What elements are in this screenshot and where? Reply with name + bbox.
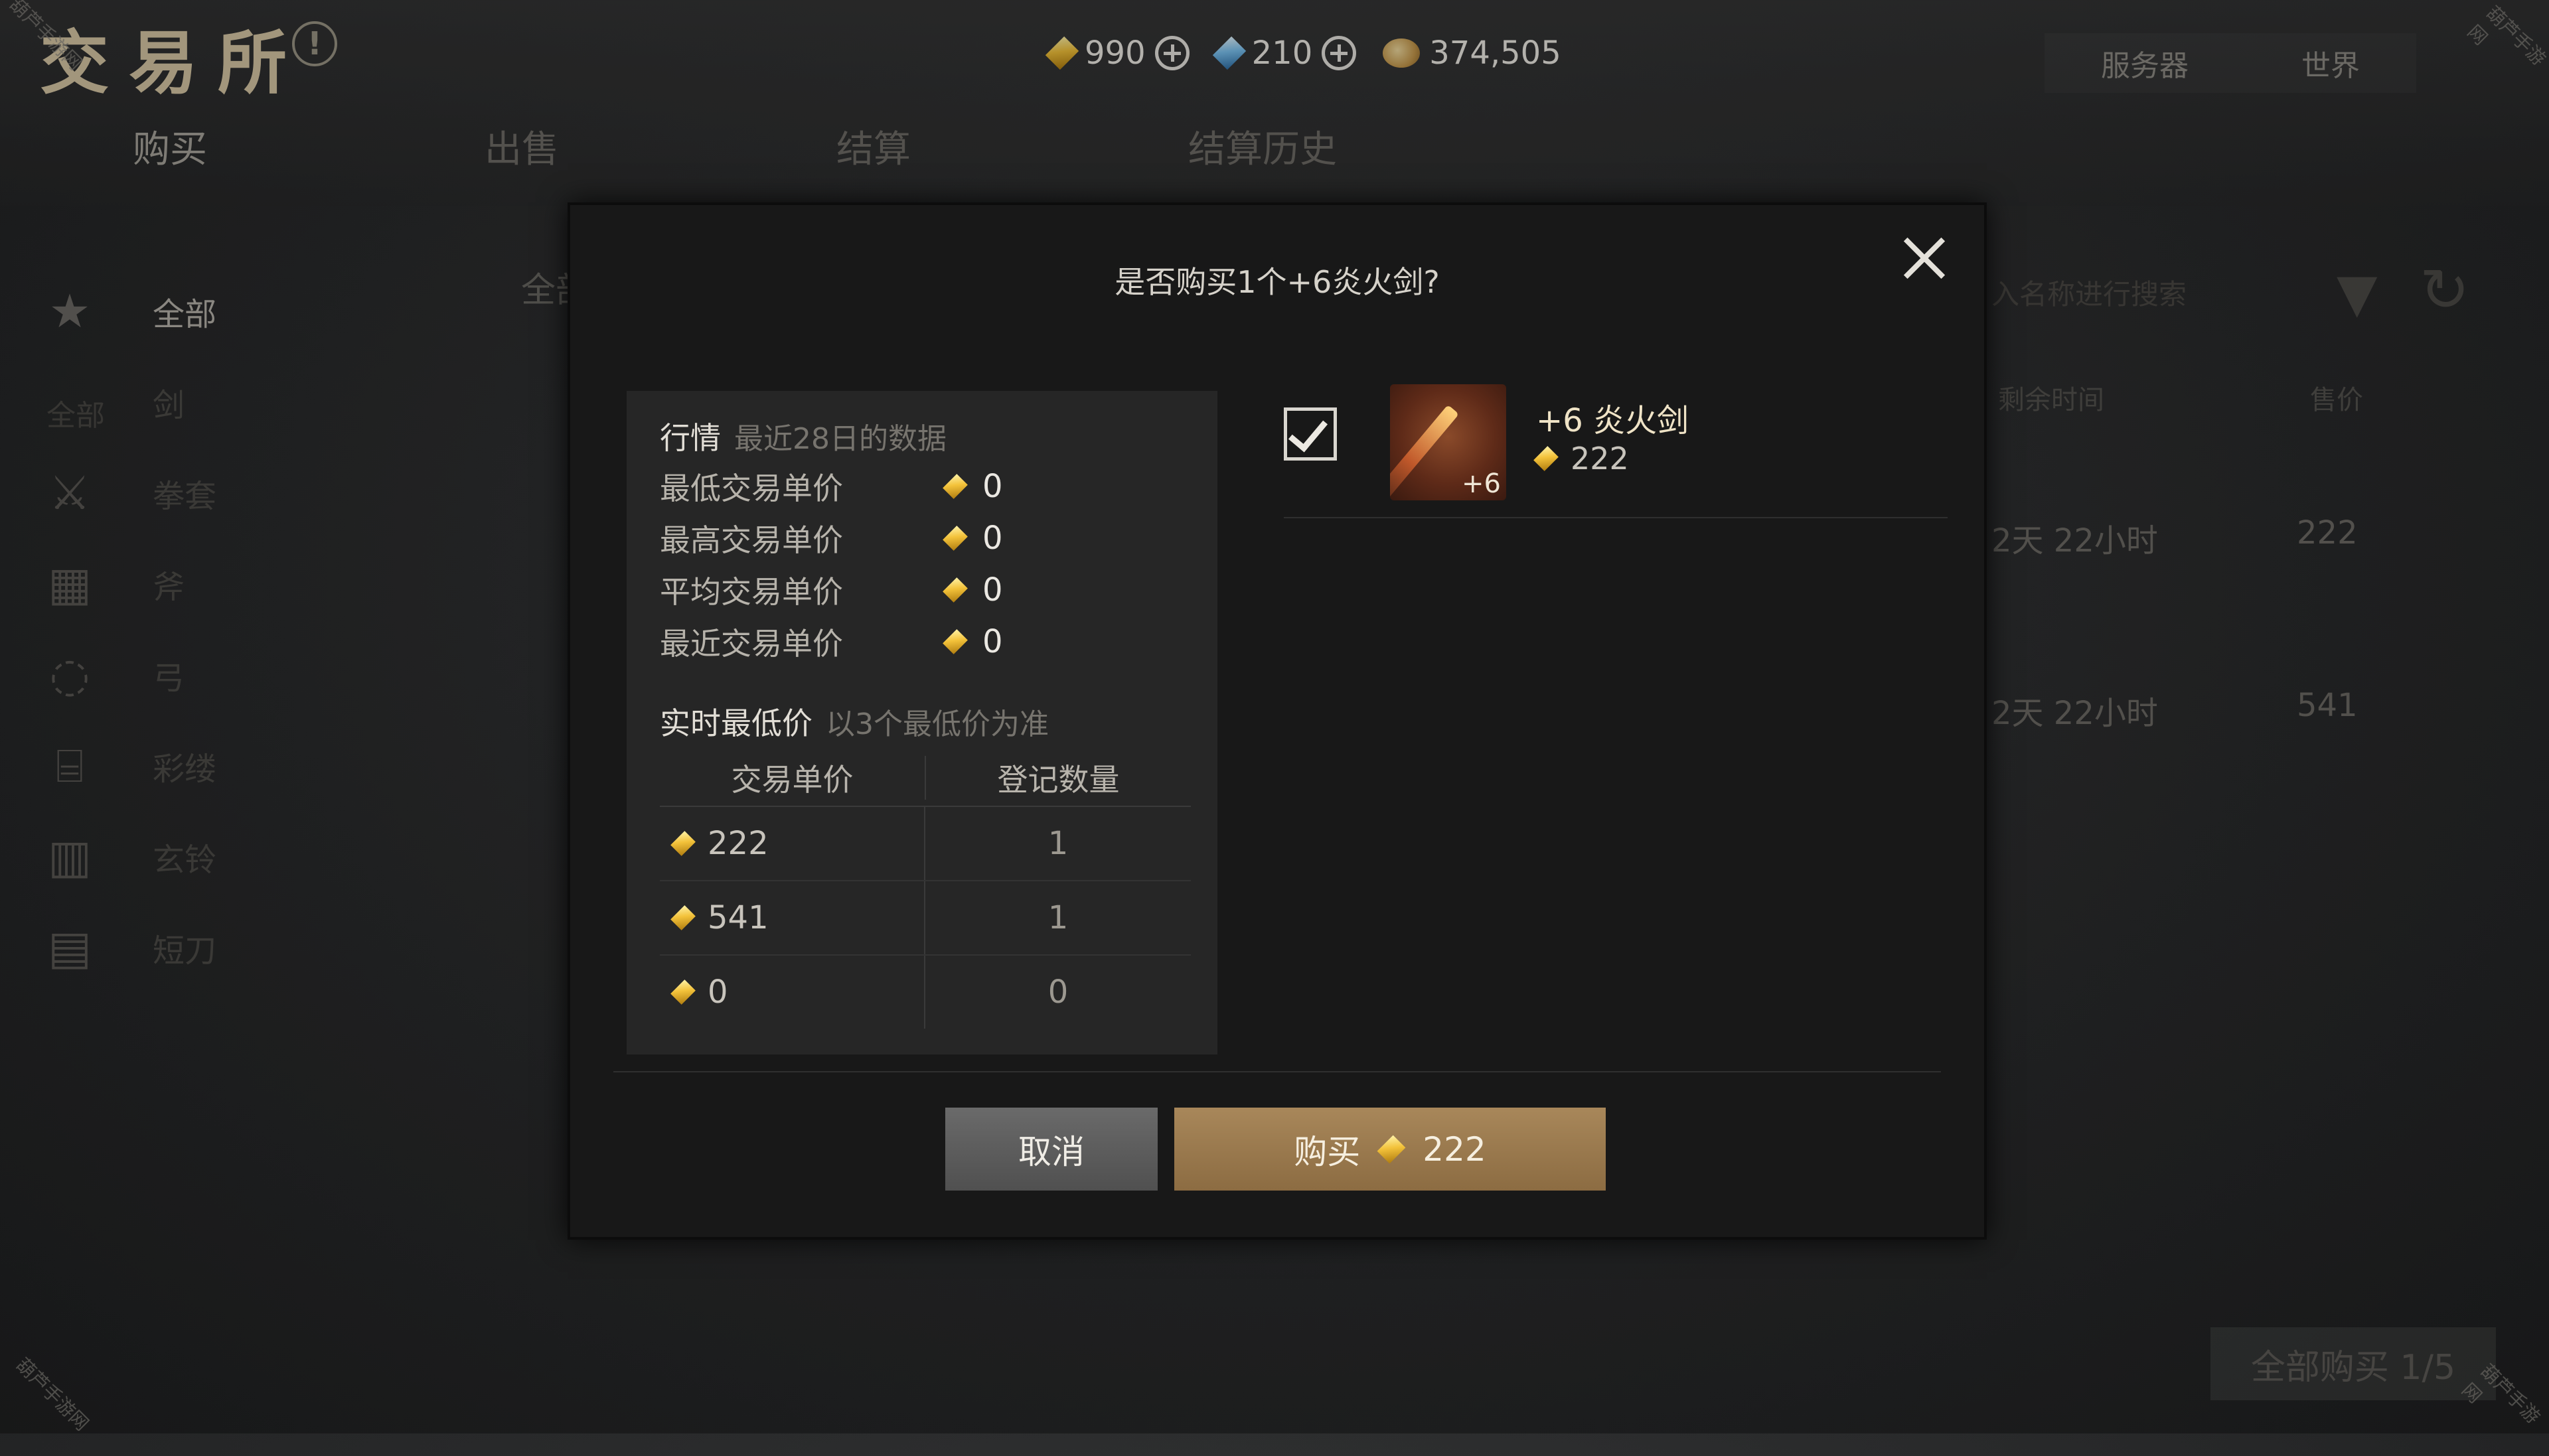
table-row: 541 1 bbox=[660, 881, 1191, 956]
stat-row: 最近交易单价 0 bbox=[660, 616, 1191, 668]
stat-value: 0 bbox=[982, 623, 1003, 660]
gold-diamond-icon bbox=[1377, 1135, 1406, 1163]
flame-sword-icon bbox=[1390, 404, 1460, 500]
market-heading: 行情 bbox=[660, 420, 721, 456]
lowest-price-table: 交易单价 登记数量 222 1 541 1 0 0 bbox=[660, 749, 1191, 1029]
gold-diamond-icon bbox=[943, 474, 968, 499]
table-header: 交易单价 登记数量 bbox=[660, 749, 1191, 807]
purchase-dialog: 是否购买1个+6炎火剑? 行情 最近28日的数据 最低交易单价 0 最高交易单价 … bbox=[568, 202, 1987, 1240]
stat-value: 0 bbox=[982, 571, 1003, 609]
market-heading-sub: 最近28日的数据 bbox=[734, 422, 947, 456]
cancel-button[interactable]: 取消 bbox=[945, 1108, 1158, 1191]
close-icon[interactable] bbox=[1891, 225, 1958, 291]
row-qty: 1 bbox=[1047, 825, 1069, 862]
table-row: 0 0 bbox=[660, 956, 1191, 1029]
table-row: 222 1 bbox=[660, 807, 1191, 881]
row-price: 222 bbox=[708, 825, 769, 862]
row-price: 0 bbox=[708, 974, 728, 1011]
stat-row: 最高交易单价 0 bbox=[660, 512, 1191, 564]
gold-diamond-icon bbox=[943, 629, 968, 654]
buy-button-label: 购买 bbox=[1294, 1132, 1361, 1171]
row-qty: 1 bbox=[1047, 899, 1069, 936]
stat-row: 最低交易单价 0 bbox=[660, 461, 1191, 512]
item-thumbnail[interactable]: +6 bbox=[1390, 384, 1506, 500]
gold-diamond-icon bbox=[1533, 446, 1559, 471]
row-price-cell: 541 bbox=[660, 881, 925, 954]
dialog-title: 是否购买1个+6炎火剑? bbox=[1115, 264, 1440, 300]
realtime-heading-sub: 以3个最低价为准 bbox=[826, 707, 1049, 741]
market-heading-row: 行情 最近28日的数据 bbox=[660, 414, 947, 458]
buy-button-price: 222 bbox=[1423, 1129, 1486, 1169]
realtime-heading: 实时最低价 bbox=[660, 705, 812, 741]
item-enhance-level: +6 bbox=[1462, 469, 1501, 499]
col-unit-price: 交易单价 bbox=[660, 755, 926, 800]
stat-value: 0 bbox=[982, 468, 1003, 505]
stat-label: 最近交易单价 bbox=[660, 626, 843, 662]
row-price-cell: 222 bbox=[660, 807, 925, 880]
stat-label: 平均交易单价 bbox=[660, 574, 843, 610]
item-price: 222 bbox=[1571, 441, 1629, 476]
gold-diamond-icon bbox=[670, 831, 696, 856]
stat-row: 平均交易单价 0 bbox=[660, 564, 1191, 616]
row-price: 541 bbox=[708, 899, 769, 936]
item-name: +6 炎火剑 bbox=[1536, 402, 1689, 439]
market-info-panel: 行情 最近28日的数据 最低交易单价 0 最高交易单价 0 平均交易单价 0 最近… bbox=[627, 391, 1217, 1055]
stat-label: 最低交易单价 bbox=[660, 471, 843, 506]
realtime-heading-row: 实时最低价 以3个最低价为准 bbox=[660, 699, 1049, 743]
row-price-cell: 0 bbox=[660, 956, 925, 1029]
buy-button[interactable]: 购买 222 bbox=[1174, 1108, 1606, 1191]
stat-label: 最高交易单价 bbox=[660, 522, 843, 558]
divider bbox=[1284, 517, 1948, 518]
gold-diamond-icon bbox=[670, 905, 696, 930]
gold-diamond-icon bbox=[670, 980, 696, 1005]
gold-diamond-icon bbox=[943, 577, 968, 603]
item-select-checkbox[interactable] bbox=[1284, 407, 1337, 461]
divider bbox=[613, 1071, 1941, 1072]
gold-diamond-icon bbox=[943, 526, 968, 551]
stat-value: 0 bbox=[982, 520, 1003, 557]
row-qty: 0 bbox=[1047, 974, 1069, 1011]
item-price-row: 222 bbox=[1533, 441, 1629, 476]
col-quantity: 登记数量 bbox=[997, 761, 1120, 798]
